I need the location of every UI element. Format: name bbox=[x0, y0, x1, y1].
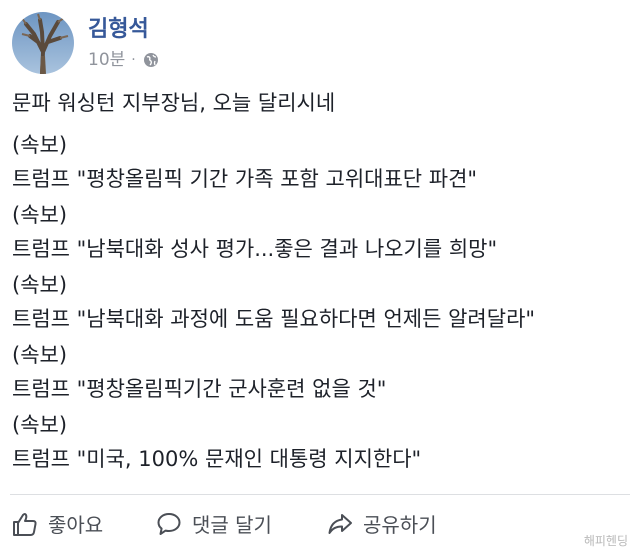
post-text-line: 트럼프 "남북대화 과정에 도움 필요하다면 언제든 알려달라" bbox=[12, 307, 536, 331]
share-label: 공유하기 bbox=[363, 513, 437, 537]
facebook-post: 김형석 10분 · 문파 워싱턴 지부장님, 오늘 달리시네 (속보) 트럼프 … bbox=[0, 0, 640, 557]
post-header: 김형석 10분 · bbox=[12, 10, 159, 76]
author-name[interactable]: 김형석 bbox=[88, 16, 159, 44]
comment-button[interactable]: 댓글 달기 bbox=[156, 509, 272, 538]
avatar[interactable] bbox=[12, 12, 74, 74]
post-text-line: (속보) bbox=[12, 203, 68, 227]
post-actions: 좋아요 댓글 달기 공유하기 bbox=[0, 503, 640, 549]
post-time-row: 10분 · bbox=[88, 50, 159, 70]
post-meta: 김형석 10분 · bbox=[88, 16, 159, 70]
globe-icon[interactable] bbox=[143, 52, 159, 68]
watermark: 해피헨딩 bbox=[583, 534, 628, 548]
comment-icon bbox=[157, 512, 181, 535]
share-button[interactable]: 공유하기 bbox=[327, 509, 437, 538]
post-text-line: 트럼프 "남북대화 성사 평가...좋은 결과 나오기를 희망" bbox=[12, 237, 498, 261]
separator-dot: · bbox=[131, 52, 136, 68]
post-text-line: (속보) bbox=[12, 273, 68, 297]
post-text-line: (속보) bbox=[12, 343, 68, 367]
post-body: 문파 워싱턴 지부장님, 오늘 달리시네 (속보) 트럼프 "평창올림픽 기간 … bbox=[12, 86, 628, 478]
post-time[interactable]: 10분 bbox=[88, 50, 125, 70]
post-text-line: 트럼프 "미국, 100% 문재인 대통령 지지한다" bbox=[12, 447, 422, 471]
like-label: 좋아요 bbox=[48, 513, 104, 537]
action-divider bbox=[10, 494, 630, 495]
post-text-line: (속보) bbox=[12, 133, 68, 157]
post-text-line: 트럼프 "평창올림픽 기간 가족 포함 고위대표단 파견" bbox=[12, 167, 478, 191]
post-text-line: (속보) bbox=[12, 413, 68, 437]
post-text-line: 트럼프 "평창올림픽기간 군사훈련 없을 것" bbox=[12, 377, 387, 401]
share-icon bbox=[328, 513, 352, 534]
comment-label: 댓글 달기 bbox=[192, 513, 272, 537]
like-button[interactable]: 좋아요 bbox=[12, 509, 103, 538]
post-text-line: 문파 워싱턴 지부장님, 오늘 달리시네 bbox=[12, 91, 336, 115]
thumbs-up-icon bbox=[13, 512, 37, 536]
avatar-tree-icon bbox=[12, 12, 74, 74]
